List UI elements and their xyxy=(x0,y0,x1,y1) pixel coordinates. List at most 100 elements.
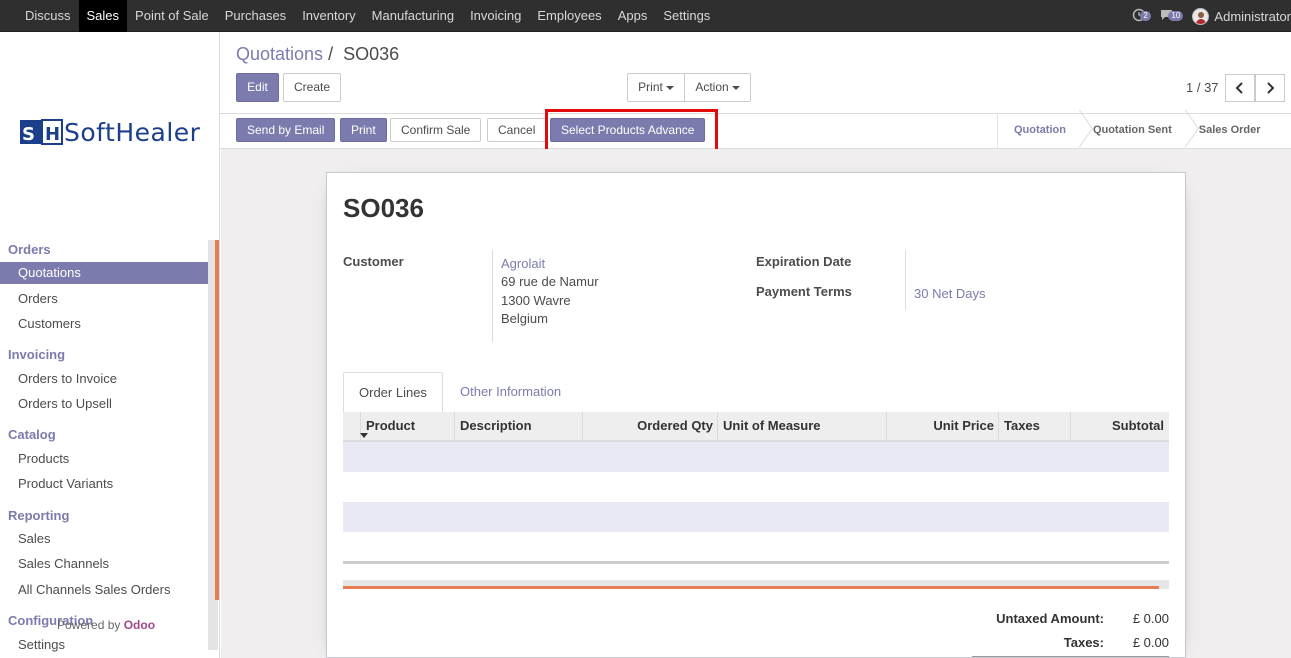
untaxed-amount-value: £ 0.00 xyxy=(1132,611,1169,626)
sidebar-item-product-variants[interactable]: Product Variants xyxy=(0,473,209,495)
section-orders: Orders xyxy=(8,242,51,257)
menu-purchases[interactable]: Purchases xyxy=(217,0,294,32)
column-product[interactable]: Product xyxy=(360,412,455,440)
taxes-value: £ 0.00 xyxy=(1132,635,1169,650)
section-reporting: Reporting xyxy=(8,508,70,523)
logo-text: SoftHealer xyxy=(64,118,201,147)
untaxed-amount-label: Untaxed Amount: xyxy=(996,611,1104,626)
order-lines-header: Product Description Ordered Qty Unit of … xyxy=(343,412,1169,442)
sidebar-item-sales-channels[interactable]: Sales Channels xyxy=(0,553,209,575)
user-menu[interactable]: Administrator xyxy=(1214,9,1291,24)
customer-address-line3: Belgium xyxy=(501,311,548,326)
systray: 2 10 Administrator xyxy=(1132,0,1291,32)
svg-text:S: S xyxy=(22,124,35,145)
column-unit-of-measure[interactable]: Unit of Measure xyxy=(717,412,887,440)
taxes-label: Taxes: xyxy=(1063,635,1104,650)
messaging-menu[interactable]: 10 xyxy=(1160,8,1184,24)
print-dropdown[interactable]: Print xyxy=(627,73,685,102)
payment-terms-link[interactable]: 30 Net Days xyxy=(914,286,986,301)
confirm-sale-button[interactable]: Confirm Sale xyxy=(390,118,482,142)
tab-order-lines[interactable]: Order Lines xyxy=(343,372,443,413)
field-divider xyxy=(905,250,906,310)
sidebar-item-orders-to-invoice[interactable]: Orders to Invoice xyxy=(0,368,209,390)
sidebar-item-customers[interactable]: Customers xyxy=(0,313,209,335)
breadcrumb-quotations[interactable]: Quotations xyxy=(236,44,323,64)
powered-by: Powered by Odoo xyxy=(57,618,155,632)
sidebar-item-orders-to-upsell[interactable]: Orders to Upsell xyxy=(0,393,209,415)
column-unit-price[interactable]: Unit Price xyxy=(886,412,999,440)
sidebar-item-settings[interactable]: Settings xyxy=(0,634,209,656)
customer-address-line1: 69 rue de Namur xyxy=(501,274,599,289)
menu-invoicing[interactable]: Invoicing xyxy=(462,0,529,32)
menu-apps[interactable]: Apps xyxy=(610,0,656,32)
table-row[interactable] xyxy=(343,532,1169,562)
control-panel: Quotations / SO036 Edit Create Print Act… xyxy=(220,32,1291,114)
totals-divider xyxy=(972,656,1169,657)
print-button[interactable]: Print xyxy=(340,118,387,142)
user-avatar[interactable] xyxy=(1192,7,1210,25)
column-description[interactable]: Description xyxy=(454,412,583,440)
expiration-date-label: Expiration Date xyxy=(756,254,852,269)
pager-value[interactable]: 1 / 37 xyxy=(1186,80,1219,95)
table-row[interactable] xyxy=(343,472,1169,502)
messages-count-badge: 10 xyxy=(1168,11,1184,21)
table-row[interactable] xyxy=(343,442,1169,472)
breadcrumb-separator: / xyxy=(328,44,334,64)
caret-down-icon xyxy=(665,85,674,90)
sidebar-item-all-channels-sales-orders[interactable]: All Channels Sales Orders xyxy=(0,579,209,601)
stage-sales-order[interactable]: Sales Order xyxy=(1183,114,1271,148)
activity-count-badge: 2 xyxy=(1140,11,1151,21)
stage-quotation-sent[interactable]: Quotation Sent xyxy=(1077,114,1182,148)
edit-button[interactable]: Edit xyxy=(236,73,279,102)
menu-sales[interactable]: Sales xyxy=(78,0,128,32)
column-ordered-qty[interactable]: Ordered Qty xyxy=(582,412,718,440)
app-menu: Discuss Sales Point of Sale Purchases In… xyxy=(17,0,718,32)
notebook-tabs: Order Lines Other Information xyxy=(343,372,1169,413)
table-scrollbar-thumb[interactable] xyxy=(343,586,1159,589)
highlight-annotation xyxy=(545,109,718,152)
cancel-button[interactable]: Cancel xyxy=(487,118,547,142)
company-logo: S H SoftHealer xyxy=(20,118,202,152)
activity-menu[interactable]: 2 xyxy=(1132,8,1151,24)
create-button[interactable]: Create xyxy=(283,73,341,102)
menu-employees[interactable]: Employees xyxy=(529,0,609,32)
sidebar-item-products[interactable]: Products xyxy=(0,448,209,470)
chevron-right-icon xyxy=(1267,82,1275,94)
svg-text:H: H xyxy=(45,124,60,145)
menu-settings[interactable]: Settings xyxy=(655,0,718,32)
caret-down-icon xyxy=(731,85,740,90)
top-navbar: Discuss Sales Point of Sale Purchases In… xyxy=(0,0,1291,32)
column-subtotal[interactable]: Subtotal xyxy=(1070,412,1169,440)
menu-discuss[interactable]: Discuss xyxy=(17,0,79,32)
breadcrumb-current: SO036 xyxy=(343,44,400,64)
softhealer-logo-mark: S H xyxy=(20,119,63,145)
sort-down-icon xyxy=(360,433,368,438)
chevron-left-icon xyxy=(1235,82,1243,94)
odoo-link[interactable]: Odoo xyxy=(124,618,155,632)
customer-name-link[interactable]: Agrolait xyxy=(501,256,545,271)
action-dropdown[interactable]: Action xyxy=(684,73,751,102)
sidebar-item-quotations[interactable]: Quotations xyxy=(0,262,209,284)
column-taxes[interactable]: Taxes xyxy=(998,412,1071,440)
sidebar-item-sales[interactable]: Sales xyxy=(0,528,209,550)
sidebar-scrollbar-thumb[interactable] xyxy=(215,240,219,600)
menu-point-of-sale[interactable]: Point of Sale xyxy=(127,0,217,32)
status-bar: Quotation Quotation Sent Sales Order xyxy=(997,114,1271,149)
menu-manufacturing[interactable]: Manufacturing xyxy=(364,0,462,32)
customer-address-line2: 1300 Wavre xyxy=(501,293,571,308)
send-by-email-button[interactable]: Send by Email xyxy=(236,118,336,142)
sidebar: S H SoftHealer Orders Quotations Orders … xyxy=(0,32,220,658)
sidebar-item-orders[interactable]: Orders xyxy=(0,288,209,310)
stage-quotation[interactable]: Quotation xyxy=(998,114,1076,148)
section-catalog: Catalog xyxy=(8,427,56,442)
payment-terms-label: Payment Terms xyxy=(756,284,852,299)
table-row[interactable] xyxy=(343,502,1169,532)
table-footer xyxy=(343,561,1169,564)
pager-previous-button[interactable] xyxy=(1225,74,1255,102)
tab-other-information[interactable]: Other Information xyxy=(445,372,576,413)
pager-next-button[interactable] xyxy=(1255,74,1285,102)
field-divider xyxy=(492,250,493,342)
menu-inventory[interactable]: Inventory xyxy=(294,0,363,32)
breadcrumb: Quotations / SO036 xyxy=(236,44,399,65)
section-invoicing: Invoicing xyxy=(8,347,66,362)
